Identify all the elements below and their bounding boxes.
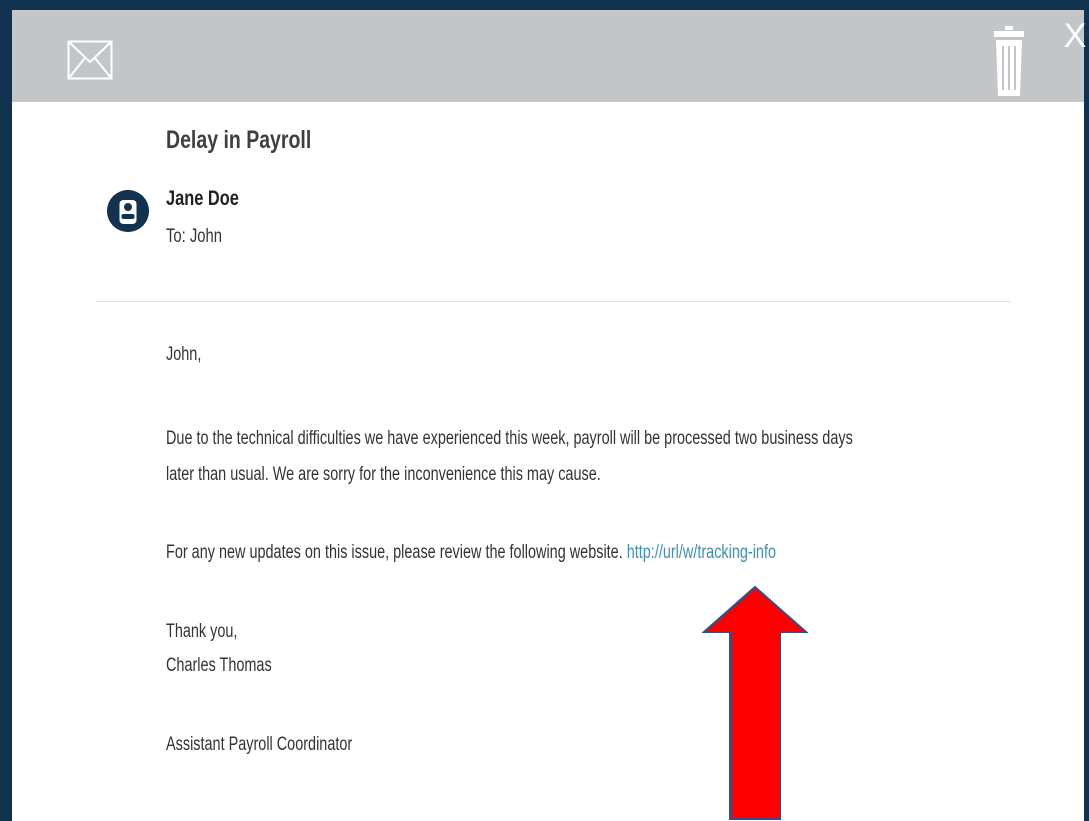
sender-name: Jane Doe: [166, 187, 239, 210]
signature-title: Assistant Payroll Coordinator: [166, 734, 353, 755]
tracking-info-link[interactable]: http://url/w/tracking-info: [627, 542, 776, 563]
window-frame-right: [1084, 0, 1089, 821]
trash-icon[interactable]: [992, 24, 1026, 98]
email-subject: Delay in Payroll: [166, 126, 312, 154]
window-frame-left: [0, 0, 12, 821]
signature-name: Charles Thomas: [166, 655, 272, 676]
user-avatar-icon: [107, 190, 149, 232]
email-paragraph-line: Due to the technical difficulties we hav…: [166, 428, 853, 449]
email-greeting: John,: [166, 344, 202, 365]
email-update-paragraph: For any new updates on this issue, pleas…: [166, 542, 776, 564]
email-closing: Thank you,: [166, 621, 238, 642]
mail-icon: [67, 40, 113, 80]
close-button[interactable]: X: [1060, 16, 1089, 60]
header-divider: [96, 301, 1011, 302]
email-paragraph-line: later than usual. We are sorry for the i…: [166, 464, 601, 485]
email-viewer-window: X Delay in Payroll Jane Doe To: John Joh…: [0, 0, 1089, 821]
email-toolbar: X: [12, 10, 1086, 102]
window-frame-top: [0, 0, 1089, 10]
update-text: For any new updates on this issue, pleas…: [166, 542, 627, 563]
recipient-line: To: John: [166, 226, 223, 247]
red-up-arrow: [702, 585, 808, 820]
